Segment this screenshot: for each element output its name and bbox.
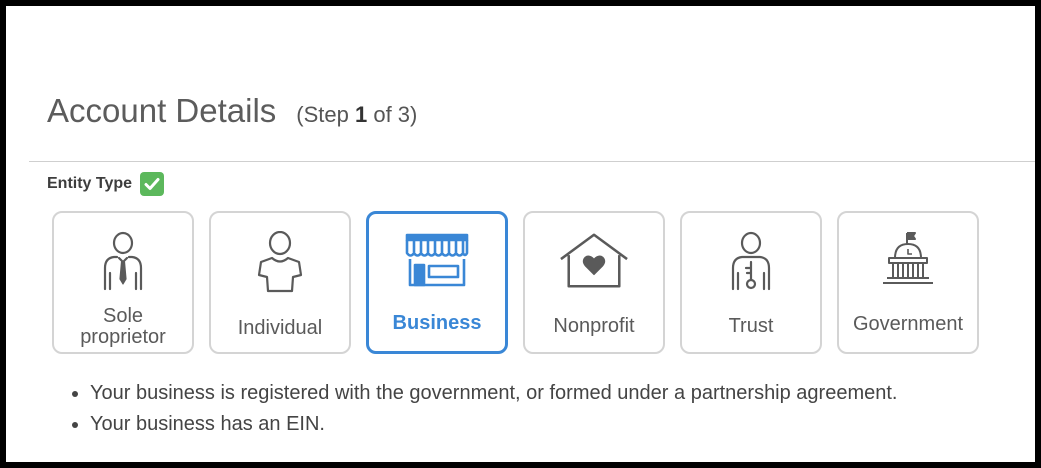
person-key-icon bbox=[716, 231, 786, 297]
entity-description-list: Your business is registered with the gov… bbox=[46, 378, 897, 440]
entity-option-nonprofit[interactable]: Nonprofit bbox=[523, 211, 665, 354]
page-title: Account Details bbox=[47, 92, 277, 129]
house-heart-icon bbox=[559, 231, 629, 297]
person-tie-icon bbox=[88, 231, 158, 297]
entity-option-trust[interactable]: Trust bbox=[680, 211, 822, 354]
entity-type-heading: Entity Type bbox=[47, 172, 165, 196]
entity-option-business[interactable]: Business bbox=[366, 211, 508, 354]
step-indicator: (Step 1 of 3) bbox=[296, 102, 418, 127]
entity-option-label: proprietor bbox=[80, 326, 166, 348]
entity-option-sole-proprietor[interactable]: Sole proprietor bbox=[52, 211, 194, 354]
person-icon bbox=[245, 231, 315, 297]
entity-option-individual[interactable]: Individual bbox=[209, 211, 351, 354]
step-current: 1 bbox=[354, 102, 368, 127]
storefront-icon bbox=[402, 233, 472, 299]
page-header: Account Details (Step 1 of 3) bbox=[47, 92, 417, 130]
entity-option-label: Sole bbox=[102, 305, 144, 327]
entity-option-government[interactable]: Government bbox=[837, 211, 979, 354]
list-item: Your business has an EIN. bbox=[90, 409, 897, 440]
check-icon bbox=[140, 172, 165, 196]
entity-option-label: Business bbox=[392, 312, 482, 334]
entity-option-label: Individual bbox=[237, 317, 323, 339]
account-details-panel: Account Details (Step 1 of 3) Entity Typ… bbox=[6, 6, 1035, 462]
capitol-building-icon bbox=[873, 231, 943, 297]
entity-option-label: Government bbox=[852, 313, 964, 335]
header-divider bbox=[29, 161, 1035, 162]
entity-option-label: Trust bbox=[728, 315, 774, 337]
list-item: Your business is registered with the gov… bbox=[90, 378, 897, 409]
entity-type-label: Entity Type bbox=[47, 175, 133, 192]
entity-option-label: Nonprofit bbox=[553, 315, 635, 337]
